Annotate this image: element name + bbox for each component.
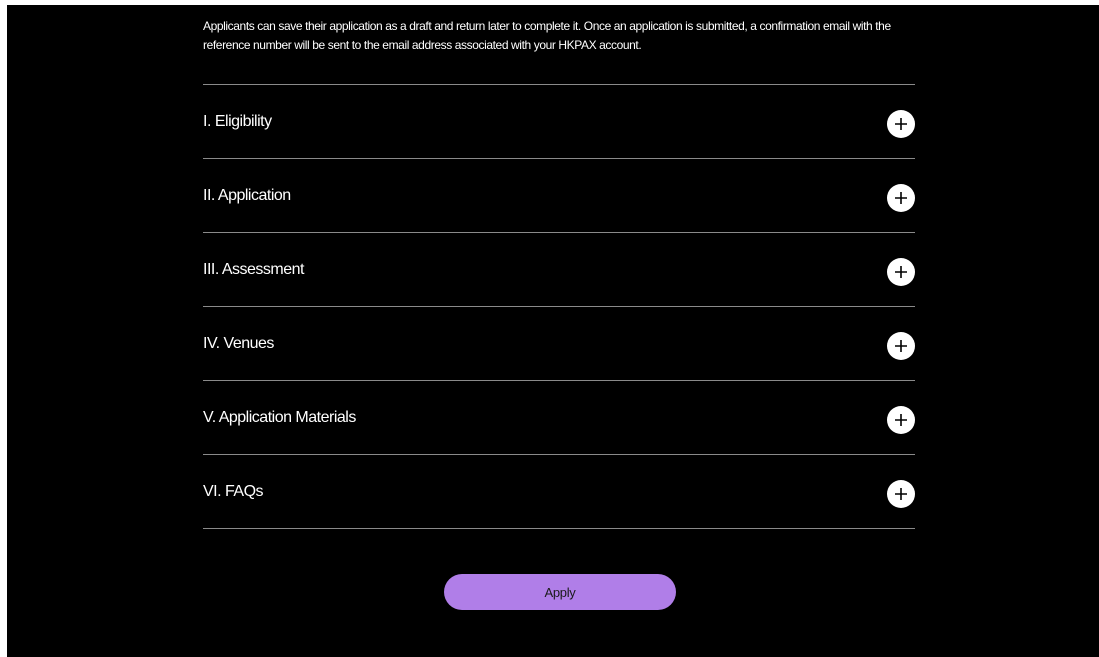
- accordion-item-label: III. Assessment: [203, 261, 304, 278]
- accordion: I. Eligibility II. Application III. Asse…: [203, 84, 915, 529]
- accordion-item-eligibility[interactable]: I. Eligibility: [203, 85, 915, 159]
- accordion-item-label: II. Application: [203, 187, 291, 204]
- accordion-item-label: VI. FAQs: [203, 483, 264, 500]
- plus-icon[interactable]: [887, 258, 915, 286]
- intro-text: Applicants can save their application as…: [203, 19, 891, 52]
- accordion-item-label: V. Application Materials: [203, 409, 356, 426]
- accordion-item-label: I. Eligibility: [203, 113, 272, 130]
- apply-button[interactable]: Apply: [444, 574, 676, 610]
- accordion-item-faqs[interactable]: VI. FAQs: [203, 455, 915, 529]
- accordion-item-venues[interactable]: IV. Venues: [203, 307, 915, 381]
- accordion-item-label: IV. Venues: [203, 335, 274, 352]
- plus-icon[interactable]: [887, 406, 915, 434]
- accordion-item-application[interactable]: II. Application: [203, 159, 915, 233]
- accordion-item-assessment[interactable]: III. Assessment: [203, 233, 915, 307]
- plus-icon[interactable]: [887, 332, 915, 360]
- plus-icon[interactable]: [887, 480, 915, 508]
- plus-icon[interactable]: [887, 110, 915, 138]
- plus-icon[interactable]: [887, 184, 915, 212]
- accordion-item-application-materials[interactable]: V. Application Materials: [203, 381, 915, 455]
- page-container: Applicants can save their application as…: [7, 5, 1099, 657]
